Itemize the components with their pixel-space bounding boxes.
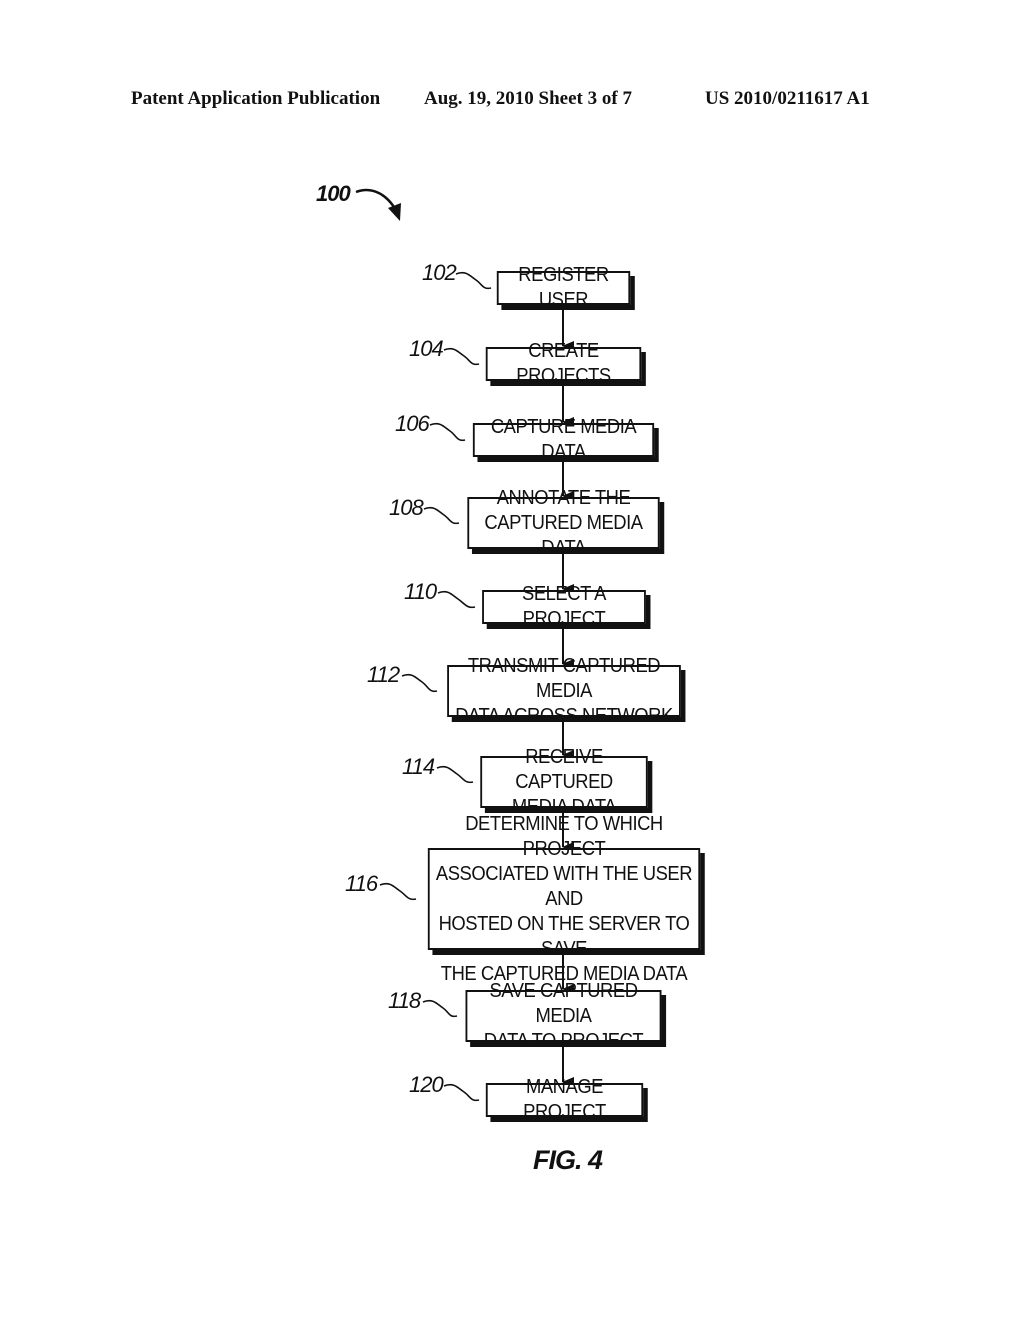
figure-ref-arrow	[355, 188, 400, 215]
step-label: MANAGE PROJECT	[523, 1076, 606, 1123]
step-box-110: SELECT A PROJECT	[482, 583, 646, 630]
publication-number: US 2010/0211617 A1	[705, 88, 870, 109]
step-reference-number: 104	[409, 336, 444, 361]
step-box-120: MANAGE PROJECT	[485, 1076, 644, 1123]
step-label: TRANSMIT CAPTURED MEDIA DATA ACROSS NETW…	[455, 654, 673, 727]
step-reference-number: 116	[345, 871, 378, 896]
leader-line	[401, 673, 438, 693]
figure-caption: FIG. 4	[533, 1145, 603, 1175]
step-reference-number: 102	[422, 260, 457, 285]
leader-line	[443, 347, 480, 366]
leader-line	[422, 999, 458, 1018]
step-reference-number: 114	[402, 754, 435, 779]
step-reference-number: 108	[389, 495, 424, 520]
step-label: ANNOTATE THE CAPTURED MEDIA DATA	[484, 486, 643, 559]
step-box-104: CREATE PROJECTS	[485, 340, 642, 387]
publication-date-sheet: Aug. 19, 2010 Sheet 3 of 7	[424, 88, 632, 109]
leader-line	[429, 422, 466, 442]
step-box-118: SAVE CAPTURED MEDIA DATA TO PROJECT	[465, 980, 662, 1052]
step-box-112: TRANSMIT CAPTURED MEDIA DATA ACROSS NETW…	[447, 655, 681, 727]
step-box-114: RECEIVE CAPTURED MEDIA DATA	[480, 746, 648, 818]
step-box-116: DETERMINE TO WHICH PROJECT ASSOCIATED WI…	[427, 813, 701, 985]
step-label: SAVE CAPTURED MEDIA DATA TO PROJECT	[483, 979, 644, 1052]
step-box-108: ANNOTATE THE CAPTURED MEDIA DATA	[467, 487, 660, 559]
step-label: SELECT A PROJECT	[522, 583, 606, 630]
step-reference-number: 110	[404, 579, 437, 604]
step-reference-number: 120	[409, 1072, 444, 1097]
step-reference-number: 118	[388, 988, 421, 1013]
step-label: RECEIVE CAPTURED MEDIA DATA	[511, 745, 617, 818]
step-label: CAPTURE MEDIA DATA	[490, 416, 637, 463]
figure-reference-number: 100	[316, 181, 351, 206]
leader-line	[436, 765, 474, 784]
step-label: DETERMINE TO WHICH PROJECT ASSOCIATED WI…	[435, 812, 693, 985]
leader-line	[379, 882, 417, 901]
step-reference-number: 112	[367, 662, 400, 687]
step-label: CREATE PROJECTS	[516, 340, 611, 387]
step-reference-number: 106	[395, 411, 430, 436]
leader-line	[437, 590, 476, 609]
leader-line	[455, 271, 492, 290]
step-label: REGISTER USER	[518, 264, 609, 311]
leader-line	[443, 1083, 480, 1102]
publication-type: Patent Application Publication	[131, 88, 381, 109]
step-box-106: CAPTURE MEDIA DATA	[472, 416, 655, 463]
figure-ref-arrowhead-icon	[388, 203, 401, 221]
leader-line	[423, 506, 460, 525]
step-box-102: REGISTER USER	[496, 264, 631, 311]
